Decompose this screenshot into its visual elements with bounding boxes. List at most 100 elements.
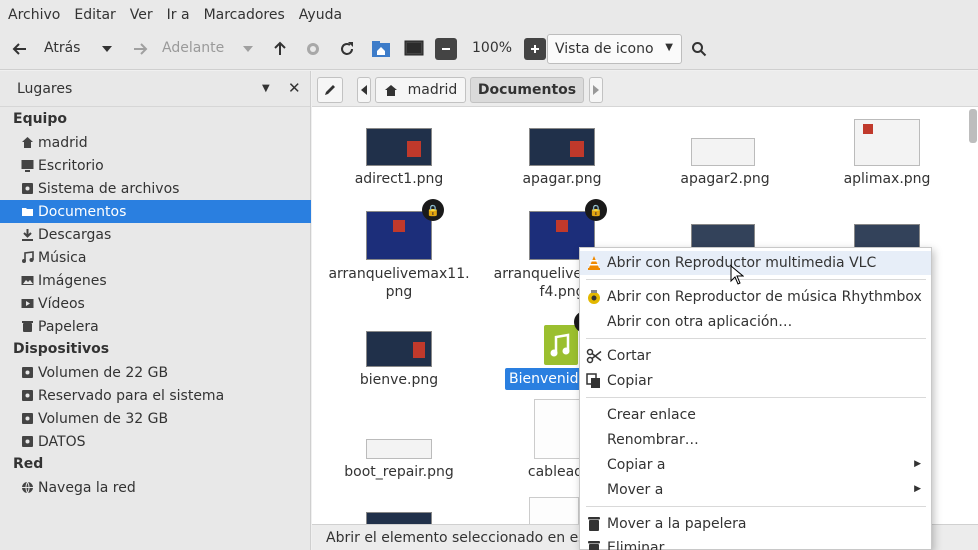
computer-button[interactable] bbox=[403, 38, 425, 60]
reload-button[interactable] bbox=[337, 38, 357, 60]
chevron-down-icon: ▼ bbox=[665, 42, 673, 53]
chevron-right-icon: ▶ bbox=[914, 484, 921, 494]
sidebar-item-videos[interactable]: Vídeos bbox=[0, 292, 311, 315]
stop-button[interactable] bbox=[303, 38, 323, 60]
sidebar-dropdown-icon[interactable]: ▼ bbox=[262, 83, 270, 94]
scissors-icon bbox=[586, 348, 602, 364]
vlc-icon bbox=[586, 255, 602, 271]
context-menu: Abrir con Reproductor multimedia VLC Abr… bbox=[579, 247, 932, 550]
thumbnail bbox=[534, 399, 580, 459]
chevron-down-icon bbox=[243, 46, 253, 52]
sidebar-item-datos[interactable]: DATOS bbox=[0, 430, 311, 453]
menu-open-with-vlc[interactable]: Abrir con Reproductor multimedia VLC bbox=[580, 251, 931, 275]
copy-icon bbox=[586, 373, 602, 389]
crumb-madrid[interactable]: madrid bbox=[375, 77, 466, 103]
folder-icon bbox=[20, 205, 34, 219]
chevron-right-icon bbox=[593, 85, 599, 95]
menu-archivo[interactable]: Archivo bbox=[8, 7, 60, 23]
trash-icon bbox=[586, 516, 602, 532]
menu-copy-to[interactable]: Copiar a ▶ bbox=[580, 453, 931, 477]
sidebar-item-documentos[interactable]: Documentos bbox=[0, 200, 311, 223]
sidebar-item-navega-la-red[interactable]: Navega la red bbox=[0, 476, 311, 499]
crumb-documentos[interactable]: Documentos bbox=[470, 77, 584, 103]
sidebar-item-label: Volumen de 22 GB bbox=[38, 364, 169, 381]
menu-editar[interactable]: Editar bbox=[74, 7, 115, 23]
sidebar-item-musica[interactable]: Música bbox=[0, 246, 311, 269]
back-history-dropdown[interactable] bbox=[100, 43, 114, 55]
home-folder-icon bbox=[372, 41, 390, 57]
back-label[interactable]: Atrás bbox=[44, 40, 80, 56]
file-item[interactable]: adirect1.png bbox=[324, 170, 474, 188]
forward-button[interactable] bbox=[130, 38, 150, 60]
thumbnail bbox=[529, 497, 579, 527]
file-item[interactable]: arranquelivemax11. png bbox=[324, 265, 474, 301]
sidebar-item-volumen-32gb[interactable]: Volumen de 32 GB bbox=[0, 407, 311, 430]
minus-icon bbox=[442, 48, 450, 50]
sidebar-item-label: madrid bbox=[38, 134, 88, 151]
image-icon bbox=[20, 274, 34, 288]
sidebar-item-papelera[interactable]: Papelera bbox=[0, 315, 311, 338]
file-item[interactable]: aplimax.png bbox=[812, 170, 962, 188]
plus-icon bbox=[531, 45, 539, 53]
scrollbar[interactable] bbox=[969, 109, 977, 143]
close-icon[interactable]: ✕ bbox=[288, 79, 301, 97]
zoom-out-button[interactable] bbox=[435, 38, 457, 60]
file-item[interactable]: apagar.png bbox=[487, 170, 637, 188]
thumbnail bbox=[691, 224, 755, 248]
menu-open-with-other[interactable]: Abrir con otra aplicación… bbox=[580, 310, 931, 334]
lock-icon: 🔒 bbox=[422, 199, 444, 221]
sidebar-item-descargas[interactable]: Descargas bbox=[0, 223, 311, 246]
menu-rename[interactable]: Renombrar… bbox=[580, 428, 931, 452]
music-icon bbox=[20, 251, 34, 265]
menu-ver[interactable]: Ver bbox=[130, 7, 153, 23]
home-icon bbox=[20, 136, 34, 150]
menu-delete[interactable]: Eliminar bbox=[580, 536, 931, 550]
file-item[interactable]: bienve.png bbox=[324, 371, 474, 389]
rhythmbox-icon bbox=[586, 289, 602, 305]
menu-cut[interactable]: Cortar bbox=[580, 344, 931, 368]
mouse-cursor-icon bbox=[730, 265, 744, 285]
sidebar-item-imagenes[interactable]: Imágenes bbox=[0, 269, 311, 292]
path-scroll-right-button[interactable] bbox=[589, 77, 603, 103]
menu-move-to-trash[interactable]: Mover a la papelera bbox=[580, 512, 931, 536]
drive-icon bbox=[20, 435, 34, 449]
forward-history-dropdown[interactable] bbox=[241, 43, 255, 55]
menu-separator bbox=[586, 506, 926, 507]
menu-separator bbox=[586, 338, 926, 339]
section-dispositivos: Dispositivos bbox=[13, 341, 110, 357]
menu-copy[interactable]: Copiar bbox=[580, 369, 931, 393]
path-scroll-left-button[interactable] bbox=[357, 77, 371, 103]
menu-ir-a[interactable]: Ir a bbox=[167, 7, 190, 23]
sidebar: Lugares ▼ ✕ Equipo madrid Escritorio Sis… bbox=[0, 71, 311, 550]
back-button[interactable] bbox=[10, 38, 30, 60]
sidebar-item-sistema-de-archivos[interactable]: Sistema de archivos bbox=[0, 177, 311, 200]
file-item[interactable]: boot_repair.png bbox=[324, 463, 474, 481]
file-item[interactable]: apagar2.png bbox=[650, 170, 800, 188]
sidebar-item-label: Escritorio bbox=[38, 157, 104, 174]
sidebar-item-escritorio[interactable]: Escritorio bbox=[0, 154, 311, 177]
menu-marcadores[interactable]: Marcadores bbox=[204, 7, 285, 23]
sidebar-item-madrid[interactable]: madrid bbox=[0, 131, 311, 154]
crumb-label: Documentos bbox=[477, 82, 577, 98]
menu-ayuda[interactable]: Ayuda bbox=[299, 7, 342, 23]
sidebar-item-volumen-22gb[interactable]: Volumen de 22 GB bbox=[0, 361, 311, 384]
lock-icon: 🔒 bbox=[585, 199, 607, 221]
drive-icon bbox=[20, 366, 34, 380]
edit-location-button[interactable] bbox=[317, 77, 343, 103]
toolbar: Atrás Adelante 100% Vista de icono ▼ bbox=[0, 30, 978, 70]
thumbnail bbox=[529, 128, 595, 166]
home-button[interactable] bbox=[370, 38, 392, 60]
zoom-in-button[interactable] bbox=[524, 38, 546, 60]
forward-label[interactable]: Adelante bbox=[162, 40, 224, 56]
up-button[interactable] bbox=[270, 38, 290, 60]
chevron-right-icon: ▶ bbox=[914, 459, 921, 469]
pencil-icon bbox=[325, 85, 335, 95]
sidebar-item-reservado[interactable]: Reservado para el sistema bbox=[0, 384, 311, 407]
search-button[interactable] bbox=[689, 38, 709, 60]
arrow-right-icon bbox=[134, 43, 148, 55]
menu-move-to[interactable]: Mover a ▶ bbox=[580, 478, 931, 502]
menu-create-link[interactable]: Crear enlace bbox=[580, 403, 931, 427]
view-mode-select[interactable]: Vista de icono ▼ bbox=[547, 34, 682, 64]
trash-icon bbox=[20, 320, 34, 334]
menu-open-with-rhythmbox[interactable]: Abrir con Reproductor de música Rhythmbo… bbox=[580, 285, 931, 309]
